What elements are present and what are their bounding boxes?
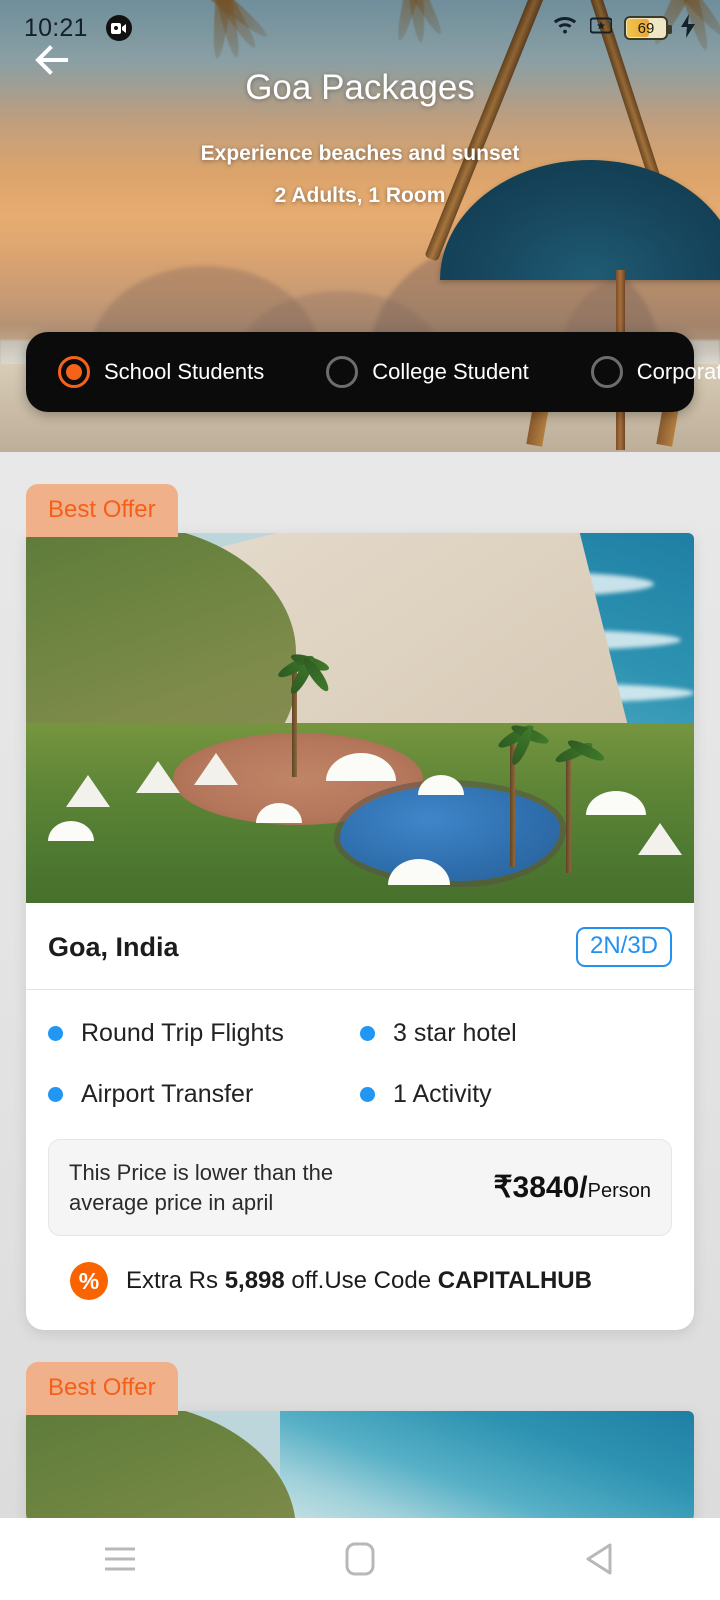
package-card-2[interactable]: Best Offer (0, 1362, 720, 1518)
duration-badge: 2N/3D (575, 927, 672, 967)
price-amount: ₹3840/Person (493, 1170, 651, 1205)
feature-item: Round Trip Flights (48, 1016, 360, 1051)
page-title: Goa Packages (245, 68, 475, 107)
card-header: Goa, India 2N/3D (26, 903, 694, 990)
bullet-dot-icon (360, 1086, 375, 1102)
segment-option-school-students[interactable]: School Students (58, 356, 264, 388)
status-bar: 10:21 69 (0, 0, 720, 56)
home-square-icon[interactable] (315, 1528, 405, 1590)
feature-item: 3 star hotel (360, 1016, 672, 1051)
photo-hillside (26, 1411, 296, 1518)
status-time: 10:21 (24, 13, 88, 42)
menu-icon[interactable] (75, 1528, 165, 1590)
photo-sea (279, 1411, 694, 1518)
feature-label: 1 Activity (393, 1079, 492, 1108)
app-screen: 10:21 69 Goa Packages Experience beaches… (0, 0, 720, 1518)
coupon-code: CAPITALHUB (437, 1267, 592, 1295)
feature-label: Round Trip Flights (81, 1019, 284, 1047)
radio-icon-selected[interactable] (58, 356, 90, 388)
coupon-amount: 5,898 (224, 1267, 285, 1295)
guest-summary: 2 Adults, 1 Room (274, 184, 446, 207)
audience-segment-bar: School Students College Student Corporat… (26, 332, 720, 412)
bullet-dot-icon (48, 1086, 63, 1102)
coupon-prefix: Extra Rs (126, 1267, 225, 1295)
feature-list: Round Trip Flights 3 star hotel Airport … (26, 990, 694, 1117)
coupon-middle: off.Use Code (284, 1267, 438, 1295)
package-card-body[interactable]: Goa, India 2N/3D Round Trip Flights 3 st… (26, 533, 694, 1331)
price-note: This Price is lower than the average pri… (69, 1160, 334, 1215)
status-bar-left: 10:21 (24, 14, 132, 43)
back-triangle-icon[interactable] (555, 1528, 645, 1590)
photo-pool (339, 786, 560, 881)
android-nav-bar (0, 1518, 720, 1600)
package-card-body[interactable] (26, 1411, 694, 1518)
segment-option-corporate[interactable]: Corporate (590, 356, 720, 388)
segment-label: Corporate (636, 359, 720, 384)
destination-name: Goa, India (48, 931, 179, 962)
price-value: ₹3840/ (493, 1171, 588, 1205)
coupon-text: Extra Rs 5,898 off.Use Code CAPITALHUB (126, 1267, 592, 1295)
segment-option-college-student[interactable]: College Student (326, 356, 529, 388)
charging-bolt-icon (680, 13, 696, 43)
page-subtitle: Experience beaches and sunset (200, 142, 520, 165)
best-offer-badge: Best Offer (26, 484, 178, 537)
signal-icon (589, 17, 613, 39)
bullet-dot-icon (48, 1026, 63, 1041)
feature-label: 3 star hotel (393, 1019, 517, 1047)
feature-item: 1 Activity (360, 1077, 672, 1112)
percent-icon: % (70, 1262, 108, 1301)
video-record-icon (105, 15, 132, 41)
feature-label: Airport Transfer (81, 1079, 254, 1108)
wifi-icon (552, 16, 578, 41)
bullet-dot-icon (360, 1026, 375, 1041)
radio-icon[interactable] (326, 356, 359, 388)
package-photo (26, 1411, 694, 1518)
segment-label: School Students (104, 359, 265, 384)
feature-item: Airport Transfer (48, 1077, 360, 1112)
best-offer-badge: Best Offer (26, 1362, 178, 1416)
status-bar-right: 69 (552, 13, 696, 43)
package-card-1[interactable]: Best Offer Goa, India 2N/3D Round Trip F… (0, 484, 720, 1331)
package-photo (26, 533, 694, 903)
coupon-offer-row[interactable]: % Extra Rs 5,898 off.Use Code CAPITALHUB (26, 1236, 694, 1330)
price-unit: Person (587, 1180, 651, 1203)
radio-icon[interactable] (590, 356, 623, 388)
price-comparison-box: This Price is lower than the average pri… (48, 1139, 672, 1237)
battery-indicator: 69 (624, 16, 672, 40)
battery-percent: 69 (637, 19, 655, 37)
package-list: Best Offer Goa, India 2N/3D Round Trip F… (0, 484, 720, 1518)
segment-label: College Student (372, 359, 529, 384)
